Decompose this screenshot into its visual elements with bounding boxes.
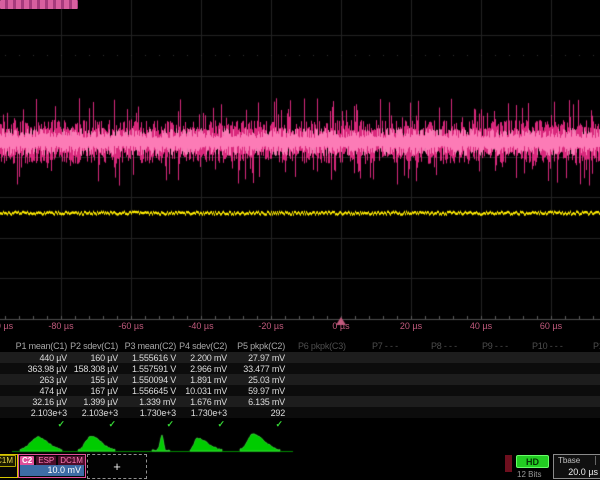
param-value-cell: 160 µV [90,353,118,363]
param-header[interactable]: P2 sdev(C1) [70,341,118,351]
time-axis-label: -80 µs [48,321,73,331]
time-axis-label: 20 µs [400,321,422,331]
param-value-cell: 2.200 mV [190,353,227,363]
param-value-cell: 292 [271,408,285,418]
param-value-cell: 263 µV [39,375,67,385]
oscilloscope-screen: -100 µs -80 µs -60 µs -40 µs -20 µs 0 µs 20 µs… [0,0,600,480]
timebase-descriptor[interactable]: Tbase 20.0 µs [553,454,600,479]
param-header-disabled[interactable]: P8 - - - [431,341,457,351]
trigger-descriptor-partial[interactable] [505,455,512,472]
measurement-table[interactable]: P1 mean(C1) 440 µV363.98 µV263 µV474 µV32… [0,338,600,456]
param-value-cell: 363.98 µV [28,364,67,374]
time-axis-label: -100 µs [0,321,13,331]
time-axis-label: 0 µs [332,321,349,331]
status-check-icon: ✓ [275,419,283,430]
timebase-divider [595,456,596,465]
add-trace-plus-icon: + [113,458,121,473]
c1-coupling-chip: DC1M [0,455,16,467]
param-value-cell: 158.308 µV [74,364,118,374]
param-value-cell: 167 µV [90,386,118,396]
status-check-icon: ✓ [166,419,174,430]
status-check-icon: ✓ [108,419,116,430]
channel-c1-descriptor[interactable]: DC1M 0 mV [0,454,18,478]
param-value-cell: 32.16 µV [32,397,67,407]
status-check-icon: ✓ [57,419,65,430]
param-header[interactable]: P4 sdev(C2) [179,341,227,351]
time-axis: -100 µs -80 µs -60 µs -40 µs -20 µs 0 µs 20 µs… [0,321,600,333]
param-value-cell: 155 µV [90,375,118,385]
time-axis-label: -40 µs [188,321,213,331]
param-value-cell: 2.103e+3 [82,408,118,418]
param-value-cell: 474 µV [39,386,67,396]
channel-c2-descriptor[interactable]: C2 ESP DC1M 10.0 mV [18,454,86,478]
param-header-disabled[interactable]: P6 pkpk(C3) [298,341,346,351]
c2-scale-value: 10.0 mV [20,465,84,476]
param-value-cell: 1.399 µV [83,397,118,407]
param-header[interactable]: P5 pkpk(C2) [237,341,285,351]
param-value-cell: 25.03 mV [248,375,285,385]
param-value-cell: 33.477 mV [243,364,285,374]
param-value-cell: 1.891 mV [190,375,227,385]
param-header-disabled[interactable]: P7 - - - [372,341,398,351]
param-header-disabled[interactable]: P10 - - - [532,341,563,351]
param-value-cell: 1.339 mV [139,397,176,407]
param-value-cell: 1.550094 V [132,375,176,385]
param-value-cell: 1.555616 V [132,353,176,363]
param-value-cell: 59.97 mV [248,386,285,396]
status-check-icon: ✓ [217,419,225,430]
param-value-cell: 1.730e+3 [191,408,227,418]
time-axis-label: 40 µs [470,321,492,331]
bit-depth-label: 12 Bits [517,470,541,479]
timebase-value: 20.0 µs [554,467,598,477]
time-axis-label: -20 µs [258,321,283,331]
param-value-cell: 2.966 mV [190,364,227,374]
empty-trace-slot[interactable]: + [87,454,147,479]
time-axis-label: -60 µs [118,321,143,331]
param-header-disabled[interactable]: P9 - - - [482,341,508,351]
hd-mode-badge[interactable]: HD [516,455,549,468]
param-value-cell: 10.031 mV [185,386,227,396]
time-axis-label: 60 µs [540,321,562,331]
param-value-cell: 1.556645 V [132,386,176,396]
param-value-cell: 1.557591 V [132,364,176,374]
c1-chip-row: DC1M [0,456,16,466]
param-header-disabled[interactable]: P11 [593,341,600,351]
param-header[interactable]: P3 mean(C2) [125,341,176,351]
param-value-cell: 6.135 mV [248,397,285,407]
param-value-cell: 2.103e+3 [31,408,67,418]
hd-badge-label: HD [526,457,539,467]
param-value-cell: 27.97 mV [248,353,285,363]
param-header[interactable]: P1 mean(C1) [16,341,67,351]
top-left-overlay-badge[interactable] [0,0,78,9]
descriptor-bar: DC1M 0 mV C2 ESP DC1M 10.0 mV + HD 12 Bi… [0,452,600,480]
param-value-cell: 1.730e+3 [140,408,176,418]
param-value-cell: 1.676 mV [190,397,227,407]
param-value-cell: 440 µV [39,353,67,363]
timebase-title: Tbase [558,456,580,465]
